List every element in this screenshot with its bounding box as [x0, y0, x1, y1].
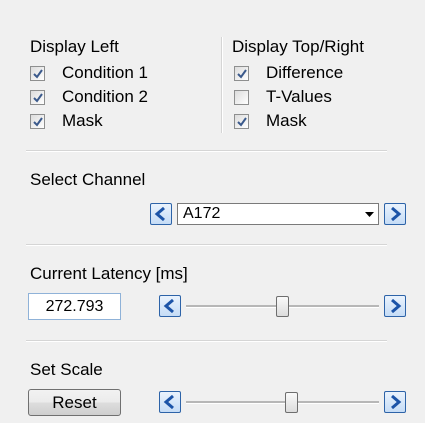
scale-prev-button[interactable] [159, 391, 181, 413]
checkmark-icon [33, 92, 43, 103]
display-right-checklist: Difference T-Values Mask [234, 61, 343, 133]
checkbox-label: Mask [266, 111, 307, 130]
checkmark-icon [237, 68, 247, 79]
checkmark-icon [237, 116, 247, 127]
latency-input[interactable]: 272.793 [28, 293, 121, 320]
checkbox-box[interactable] [30, 113, 45, 129]
checkbox-mask-right[interactable]: Mask [234, 109, 343, 133]
chevron-left-icon [163, 395, 174, 409]
chevron-right-icon [391, 395, 402, 409]
latency-prev-button[interactable] [159, 295, 181, 317]
chevron-left-icon [163, 299, 174, 313]
checkbox-label: T-Values [266, 87, 332, 106]
channel-select-value: A172 [183, 205, 221, 222]
checkbox-label: Difference [266, 63, 344, 82]
scale-next-button[interactable] [384, 391, 406, 413]
group-divider [221, 37, 223, 133]
channel-prev-button[interactable] [150, 203, 172, 225]
display-left-checklist: Condition 1 Condition 2 Mask [30, 61, 148, 133]
checkbox-t-values[interactable]: T-Values [234, 85, 343, 109]
checkbox-box[interactable] [234, 65, 249, 81]
checkbox-box[interactable] [30, 65, 45, 81]
chevron-down-icon[interactable] [360, 211, 378, 217]
section-divider [26, 244, 387, 246]
scale-slider-track[interactable] [186, 401, 379, 404]
scale-title: Set Scale [30, 360, 103, 379]
latency-next-button[interactable] [384, 295, 406, 317]
select-channel-title: Select Channel [30, 170, 146, 189]
latency-slider-thumb[interactable] [276, 296, 289, 317]
checkbox-condition-1[interactable]: Condition 1 [30, 61, 148, 85]
checkbox-mask-left[interactable]: Mask [30, 109, 148, 133]
checkbox-difference[interactable]: Difference [234, 61, 343, 85]
checkbox-label: Condition 2 [62, 87, 149, 106]
checkbox-condition-2[interactable]: Condition 2 [30, 85, 148, 109]
section-divider [26, 340, 387, 342]
chevron-left-icon [154, 207, 165, 221]
scale-slider-thumb[interactable] [285, 392, 298, 413]
reset-button[interactable]: Reset [28, 389, 121, 416]
channel-next-button[interactable] [384, 203, 406, 225]
checkmark-icon [33, 116, 43, 127]
chevron-right-icon [391, 299, 402, 313]
checkmark-icon [33, 68, 43, 79]
checkbox-box[interactable] [30, 89, 45, 105]
channel-select[interactable]: A172 [177, 203, 379, 225]
checkbox-box[interactable] [234, 113, 249, 129]
section-divider [26, 150, 387, 152]
checkbox-label: Condition 1 [62, 63, 149, 82]
display-left-title: Display Left [30, 37, 119, 56]
checkbox-box[interactable] [234, 89, 249, 105]
checkbox-label: Mask [62, 111, 103, 130]
display-right-title: Display Top/Right [232, 37, 364, 56]
chevron-right-icon [391, 207, 402, 221]
latency-title: Current Latency [ms] [30, 264, 188, 283]
